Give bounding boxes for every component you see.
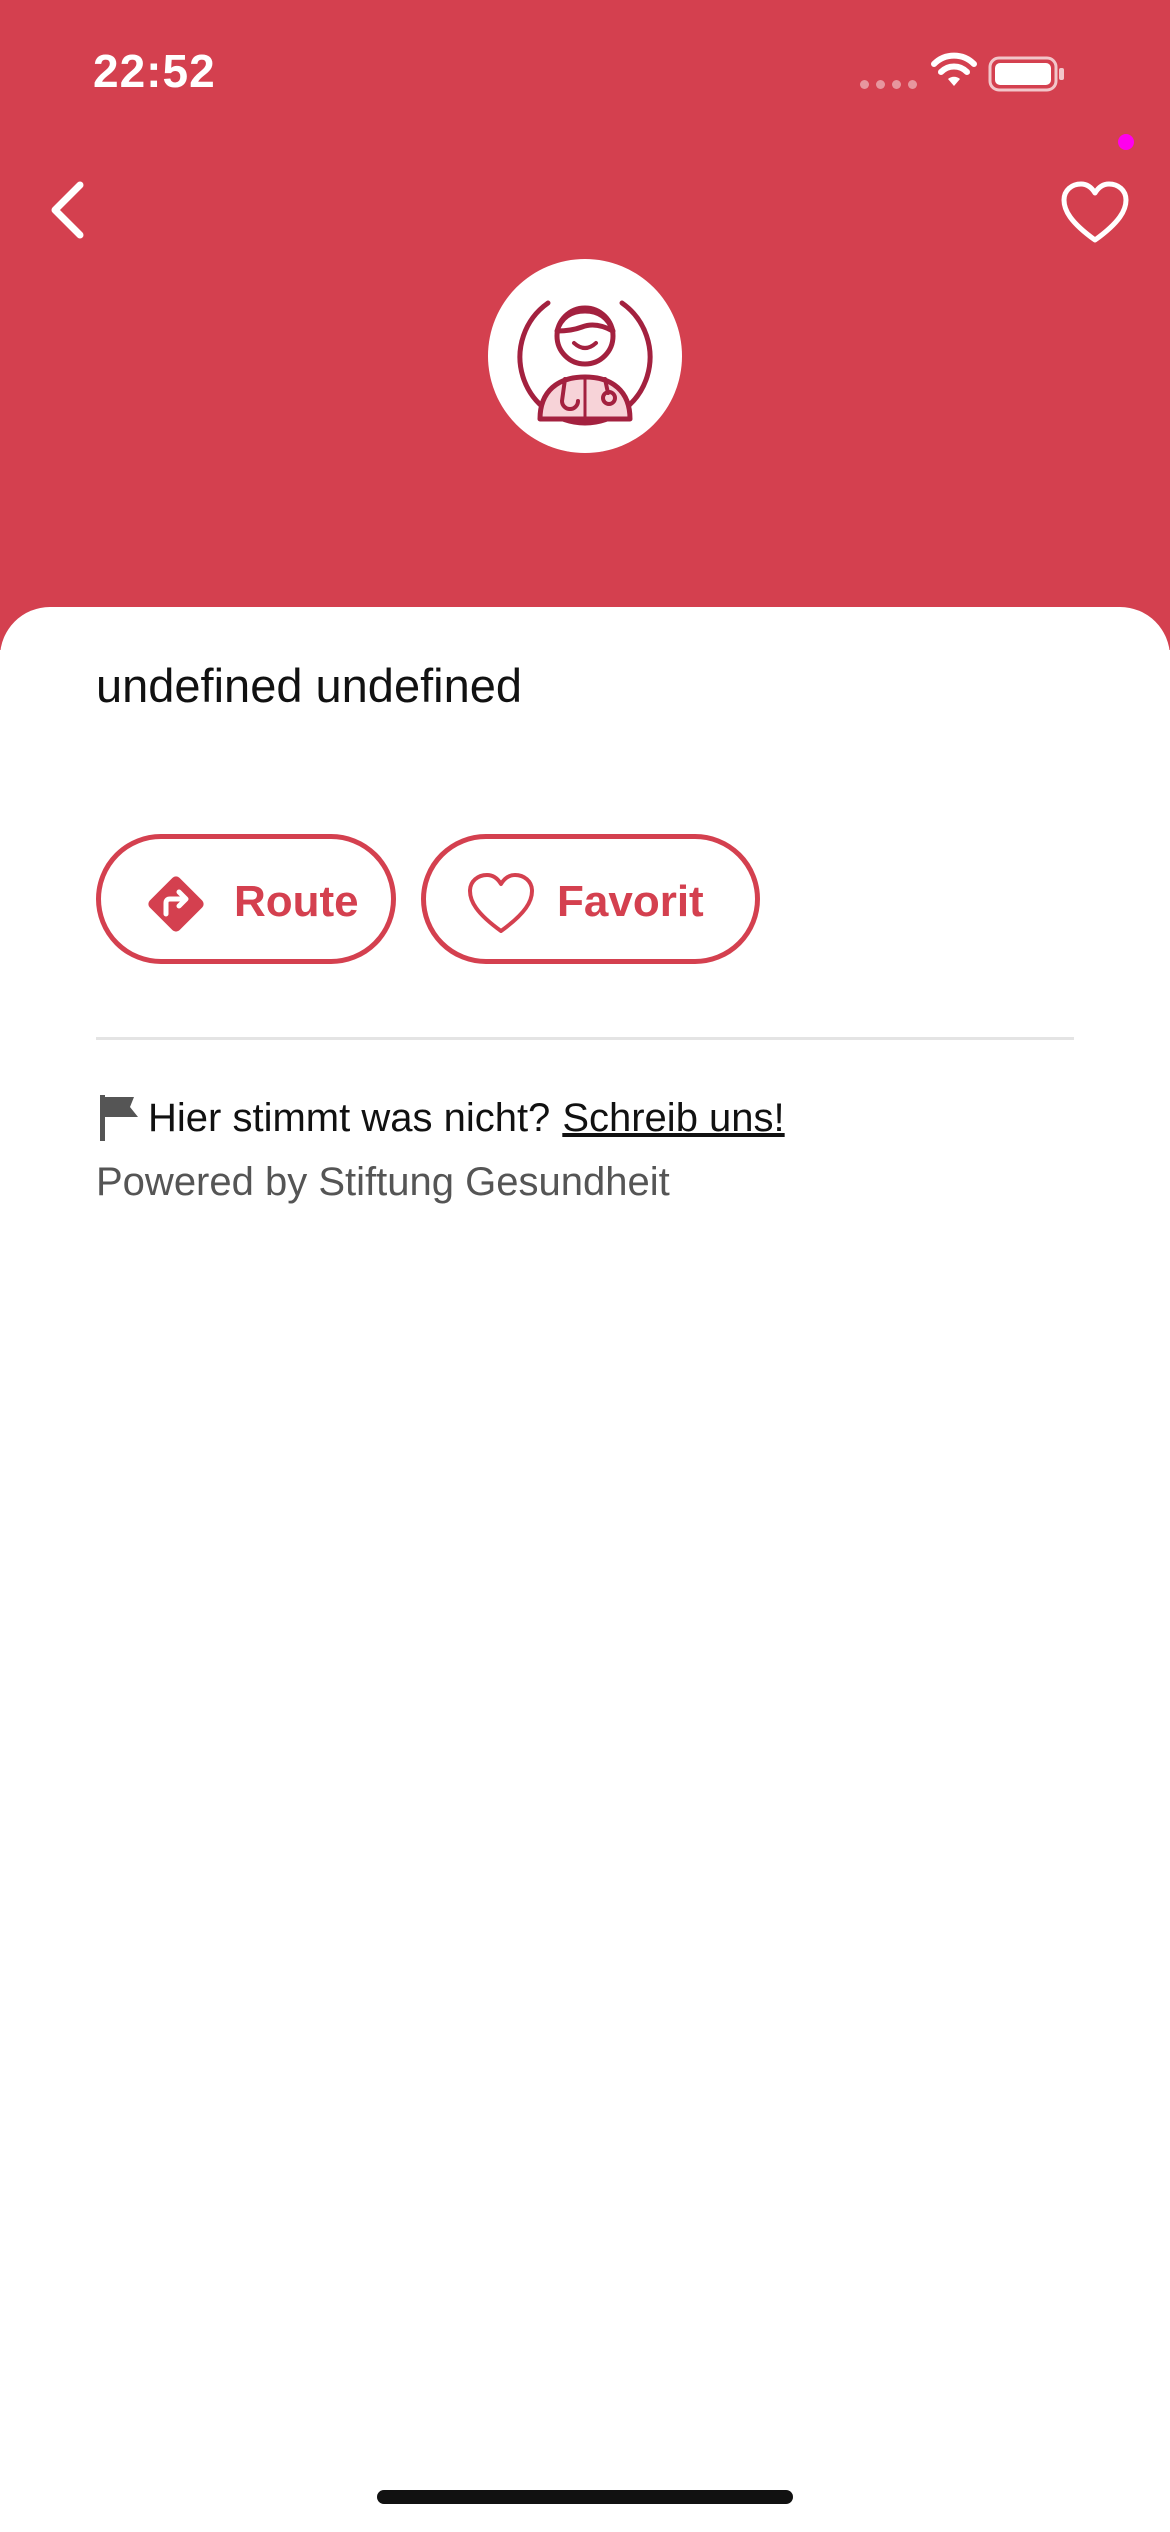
heart-outline-icon bbox=[466, 869, 536, 939]
status-bar-time: 22:52 bbox=[93, 45, 216, 97]
home-indicator[interactable] bbox=[377, 2490, 793, 2504]
back-button[interactable] bbox=[40, 175, 100, 245]
report-text: Hier stimmt was nicht? bbox=[148, 1095, 551, 1140]
signal-icon bbox=[860, 80, 917, 89]
report-row: Hier stimmt was nicht? Schreib uns! bbox=[96, 1088, 785, 1148]
status-bar-icons bbox=[860, 50, 1120, 100]
doctor-avatar-icon bbox=[517, 300, 653, 426]
powered-by-text: Powered by Stiftung Gesundheit bbox=[96, 1160, 670, 1204]
page-title: undefined undefined bbox=[96, 659, 523, 712]
heart-outline-icon bbox=[1061, 181, 1129, 243]
wifi-icon bbox=[931, 52, 977, 86]
flag-icon bbox=[100, 1095, 138, 1141]
favorite-button[interactable]: Favorit bbox=[421, 834, 760, 964]
route-button-label: Route bbox=[234, 877, 359, 926]
chevron-left-icon bbox=[51, 181, 84, 239]
directions-icon bbox=[141, 869, 211, 939]
route-button[interactable]: Route bbox=[96, 834, 396, 964]
avatar bbox=[488, 259, 682, 453]
favorite-button-label: Favorit bbox=[557, 877, 704, 926]
battery-icon bbox=[988, 56, 1064, 92]
recording-indicator-dot bbox=[1118, 134, 1134, 150]
header-favorite-button[interactable] bbox=[1060, 180, 1130, 246]
report-link[interactable]: Schreib uns! bbox=[562, 1096, 784, 1141]
divider bbox=[96, 1037, 1074, 1040]
